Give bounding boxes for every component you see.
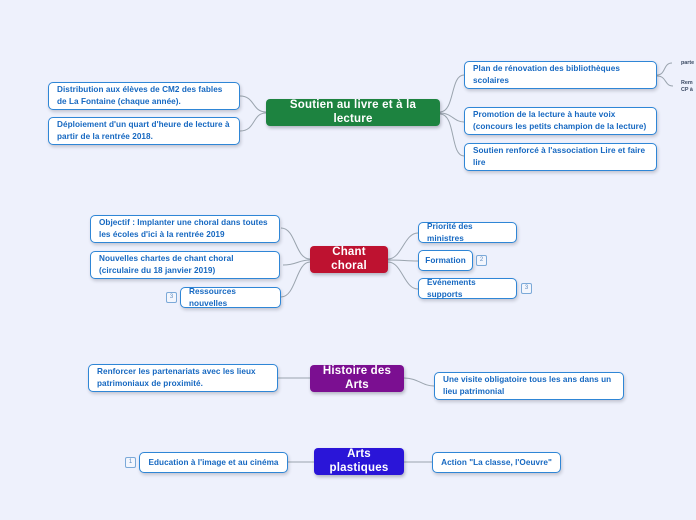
root-node-soutien-livre-lecture[interactable]: Soutien au livre et à la lecture [266, 99, 440, 126]
leaf-node-quart-heure-lecture[interactable]: Déploiement d'un quart d'heure de lectur… [48, 117, 240, 145]
leaf-node-label: Objectif : Implanter une choral dans tou… [99, 218, 268, 239]
leaf-node-label: Promotion de la lecture à haute voix (co… [473, 110, 647, 131]
leaf-node-ressources-nouvelles[interactable]: Ressources nouvelles [180, 287, 281, 308]
leaf-node-label: Ressources nouvelles [189, 286, 236, 308]
leaf-node-label: Renforcer les partenariats avec les lieu… [97, 367, 256, 388]
leaf-node-priorite-ministres[interactable]: Priorité des ministres [418, 222, 517, 243]
edge-subbranch-label-1[interactable]: parte [681, 59, 696, 67]
leaf-node-label: Evénements supports [427, 277, 476, 299]
leaf-node-label: Une visite obligatoire tous les ans dans… [443, 375, 612, 396]
leaf-node-label: Priorité des ministres [427, 221, 473, 243]
leaf-node-soutien-lire-et-faire-lire[interactable]: Soutien renforcé à l'association Lire et… [464, 143, 657, 171]
leaf-node-distribution-fables[interactable]: Distribution aux élèves de CM2 des fable… [48, 82, 240, 110]
leaf-node-label: Education à l'image et au cinéma [148, 457, 279, 467]
leaf-node-plan-renovation-bibliotheques[interactable]: Plan de rénovation des bibliothèques sco… [464, 61, 657, 89]
leaf-node-evenements-supports[interactable]: Evénements supports [418, 278, 517, 299]
note-badge-education-image-cinema[interactable]: 1 [125, 457, 136, 468]
leaf-node-education-image-cinema[interactable]: Education à l'image et au cinéma [139, 452, 288, 473]
leaf-node-action-la-classe-loeuvre[interactable]: Action "La classe, l'Oeuvre" [432, 452, 561, 473]
leaf-node-label: Action "La classe, l'Oeuvre" [441, 457, 552, 467]
leaf-node-label: Formation [425, 255, 466, 265]
note-badge-evenements-supports[interactable]: 3 [521, 283, 532, 294]
leaf-node-label: Distribution aux élèves de CM2 des fable… [57, 85, 223, 106]
leaf-node-label: Nouvelles chartes de chant choral (circu… [99, 254, 234, 275]
root-node-histoire-des-arts[interactable]: Histoire des Arts [310, 365, 404, 392]
leaf-node-nouvelles-chartes[interactable]: Nouvelles chartes de chant choral (circu… [90, 251, 280, 279]
note-badge-formation[interactable]: 2 [476, 255, 487, 266]
root-node-label: Histoire des Arts [322, 365, 392, 391]
root-node-label: Soutien au livre et à la lecture [289, 99, 417, 125]
leaf-node-promotion-lecture-haute-voix[interactable]: Promotion de la lecture à haute voix (co… [464, 107, 657, 135]
edge-subbranch-label-3[interactable]: CP à [681, 86, 696, 94]
leaf-node-label: Plan de rénovation des bibliothèques sco… [473, 64, 620, 85]
leaf-node-label: Soutien renforcé à l'association Lire et… [473, 146, 646, 167]
leaf-node-visite-obligatoire[interactable]: Une visite obligatoire tous les ans dans… [434, 372, 624, 400]
mindmap-canvas: Soutien au livre et à la lecture Distrib… [0, 0, 696, 520]
leaf-node-objectif-chorale[interactable]: Objectif : Implanter une choral dans tou… [90, 215, 280, 243]
leaf-node-renforcer-partenariats[interactable]: Renforcer les partenariats avec les lieu… [88, 364, 278, 392]
root-node-label: Chant choral [331, 246, 367, 272]
note-badge-ressources-nouvelles[interactable]: 3 [166, 292, 177, 303]
root-node-label: Arts plastiques [329, 448, 389, 474]
leaf-node-label: Déploiement d'un quart d'heure de lectur… [57, 120, 230, 141]
root-node-arts-plastiques[interactable]: Arts plastiques [314, 448, 404, 475]
root-node-chant-choral[interactable]: Chant choral [310, 246, 388, 273]
leaf-node-formation[interactable]: Formation [418, 250, 473, 271]
